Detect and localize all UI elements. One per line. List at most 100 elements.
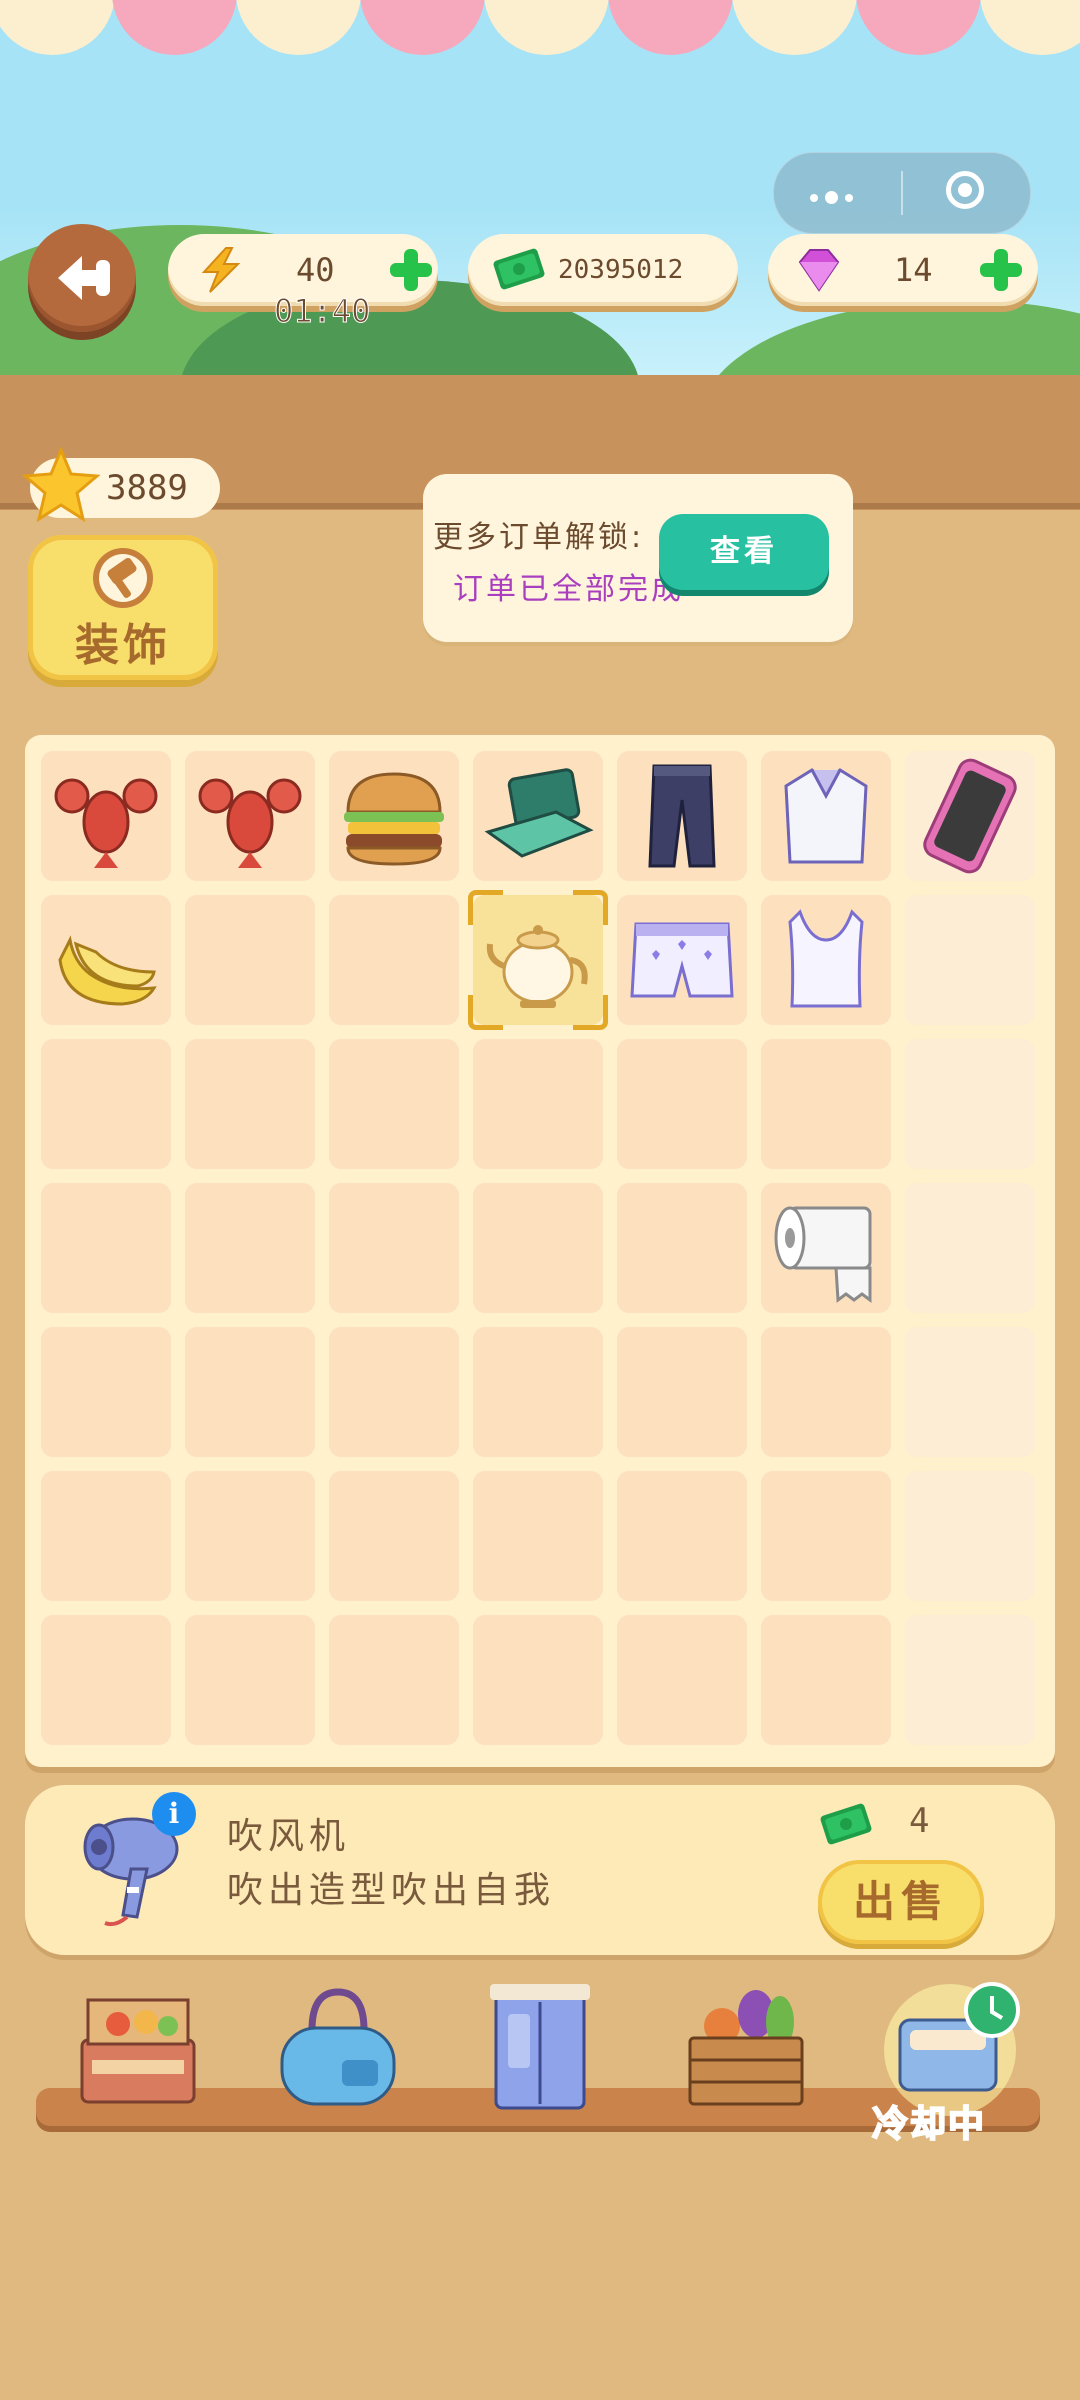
board-cell[interactable] bbox=[185, 1327, 315, 1457]
board-cell[interactable] bbox=[41, 1615, 171, 1745]
info-icon[interactable]: i bbox=[152, 1792, 196, 1836]
board-cell[interactable] bbox=[905, 895, 1035, 1025]
handbag-icon bbox=[280, 1988, 396, 2106]
teapot-icon bbox=[486, 925, 588, 1008]
cooldown-label: 冷却中 bbox=[871, 2103, 987, 2146]
teapot-item[interactable] bbox=[473, 895, 603, 1025]
sell-button[interactable]: 出售 bbox=[818, 1860, 984, 1944]
item-price: 4 bbox=[909, 1801, 930, 1841]
add-energy-button[interactable] bbox=[390, 249, 432, 291]
laptop-item[interactable] bbox=[473, 751, 603, 881]
handbag-generator[interactable] bbox=[268, 1980, 408, 2120]
board-cell[interactable] bbox=[185, 1183, 315, 1313]
board-cell[interactable] bbox=[905, 1039, 1035, 1169]
gem-icon bbox=[798, 249, 840, 292]
board-cell[interactable] bbox=[617, 1039, 747, 1169]
board-cell[interactable] bbox=[761, 1327, 891, 1457]
item-description: 吹出造型吹出自我 bbox=[227, 1870, 556, 1911]
cash-counter: 20395012 bbox=[468, 234, 738, 306]
lobster-item[interactable] bbox=[41, 751, 171, 881]
board-cell[interactable] bbox=[617, 1183, 747, 1313]
item-name: 吹风机 bbox=[227, 1816, 351, 1857]
board-cell[interactable] bbox=[617, 1615, 747, 1745]
star-value: 3889 bbox=[106, 468, 188, 508]
star-icon bbox=[22, 446, 100, 523]
hamburger-icon bbox=[344, 772, 444, 866]
board-cell[interactable] bbox=[761, 1615, 891, 1745]
decorate-button[interactable]: 装饰 bbox=[28, 535, 218, 680]
tank-top-icon bbox=[788, 909, 864, 1008]
jeans-item[interactable] bbox=[617, 751, 747, 881]
board-cell[interactable] bbox=[761, 1039, 891, 1169]
board-cell[interactable] bbox=[329, 1183, 459, 1313]
board-cell[interactable] bbox=[761, 1471, 891, 1601]
decorate-label: 装饰 bbox=[75, 620, 171, 671]
cash-value: 20395012 bbox=[558, 255, 684, 285]
board-cell[interactable] bbox=[905, 1471, 1035, 1601]
cash-icon bbox=[820, 1803, 872, 1845]
wardrobe-generator[interactable] bbox=[470, 1980, 610, 2120]
board-cell[interactable] bbox=[905, 1183, 1035, 1313]
smartphone-icon bbox=[923, 758, 1017, 874]
gem-value: 14 bbox=[894, 251, 933, 289]
board-cell[interactable] bbox=[41, 1183, 171, 1313]
toilet-paper-item[interactable] bbox=[761, 1183, 891, 1313]
board-cell[interactable] bbox=[185, 1471, 315, 1601]
board-cell[interactable] bbox=[185, 1039, 315, 1169]
tank-top-item[interactable] bbox=[761, 895, 891, 1025]
hamburger-item[interactable] bbox=[329, 751, 459, 881]
hammer-icon bbox=[93, 548, 153, 608]
board-cell[interactable] bbox=[41, 1471, 171, 1601]
board-cell[interactable] bbox=[617, 1327, 747, 1457]
cash-icon bbox=[493, 248, 545, 290]
boxer-shorts-item[interactable] bbox=[617, 895, 747, 1025]
toilet-paper-icon bbox=[774, 1206, 872, 1303]
board-cell[interactable] bbox=[185, 1615, 315, 1745]
board-cell[interactable] bbox=[329, 1039, 459, 1169]
star-counter: 3889 bbox=[22, 446, 220, 523]
board-cell[interactable] bbox=[473, 1471, 603, 1601]
food-stand-generator[interactable] bbox=[68, 1980, 208, 2120]
bananas-icon bbox=[58, 935, 157, 1006]
board-cell[interactable] bbox=[473, 1615, 603, 1745]
lobster-icon bbox=[54, 778, 158, 868]
board-cell[interactable] bbox=[473, 1039, 603, 1169]
board-cell[interactable] bbox=[41, 1327, 171, 1457]
back-arrow-icon bbox=[58, 256, 110, 300]
energy-timer: 01:40 bbox=[273, 292, 371, 331]
board-cell[interactable] bbox=[617, 1471, 747, 1601]
shirt-icon bbox=[784, 768, 868, 864]
board-cell[interactable] bbox=[329, 1615, 459, 1745]
board-cell[interactable] bbox=[473, 1183, 603, 1313]
vegetable-crate-icon bbox=[688, 1990, 804, 2106]
food-stand-icon bbox=[80, 1998, 196, 2104]
laptop-icon bbox=[484, 768, 594, 858]
board-cell[interactable] bbox=[329, 895, 459, 1025]
board-cell[interactable] bbox=[905, 1615, 1035, 1745]
shirt-item[interactable] bbox=[761, 751, 891, 881]
lobster-item[interactable] bbox=[185, 751, 315, 881]
merge-board bbox=[25, 735, 1055, 1767]
mini-program-capsule bbox=[773, 152, 1031, 234]
back-button[interactable] bbox=[28, 224, 136, 332]
close-mini-program-icon[interactable] bbox=[946, 171, 984, 209]
board-cell[interactable] bbox=[41, 1039, 171, 1169]
board-cell[interactable] bbox=[473, 1327, 603, 1457]
view-orders-button[interactable]: 查看 bbox=[659, 514, 829, 590]
board-cell[interactable] bbox=[185, 895, 315, 1025]
more-options-icon[interactable] bbox=[810, 187, 853, 206]
vegetable-crate-generator[interactable] bbox=[676, 1980, 816, 2120]
smartphone-item[interactable] bbox=[905, 751, 1035, 881]
boxer-shorts-icon bbox=[630, 922, 734, 998]
wardrobe-icon bbox=[490, 1984, 590, 2110]
lightning-icon bbox=[201, 247, 241, 293]
more-orders-text: 更多订单解锁: bbox=[433, 520, 645, 555]
board-cell[interactable] bbox=[329, 1327, 459, 1457]
jeans-icon bbox=[648, 764, 716, 868]
board-cell[interactable] bbox=[905, 1327, 1035, 1457]
gem-counter: 14 bbox=[768, 234, 1038, 306]
bananas-item[interactable] bbox=[41, 895, 171, 1025]
lobster-icon bbox=[198, 778, 302, 868]
add-gems-button[interactable] bbox=[980, 249, 1022, 291]
board-cell[interactable] bbox=[329, 1471, 459, 1601]
